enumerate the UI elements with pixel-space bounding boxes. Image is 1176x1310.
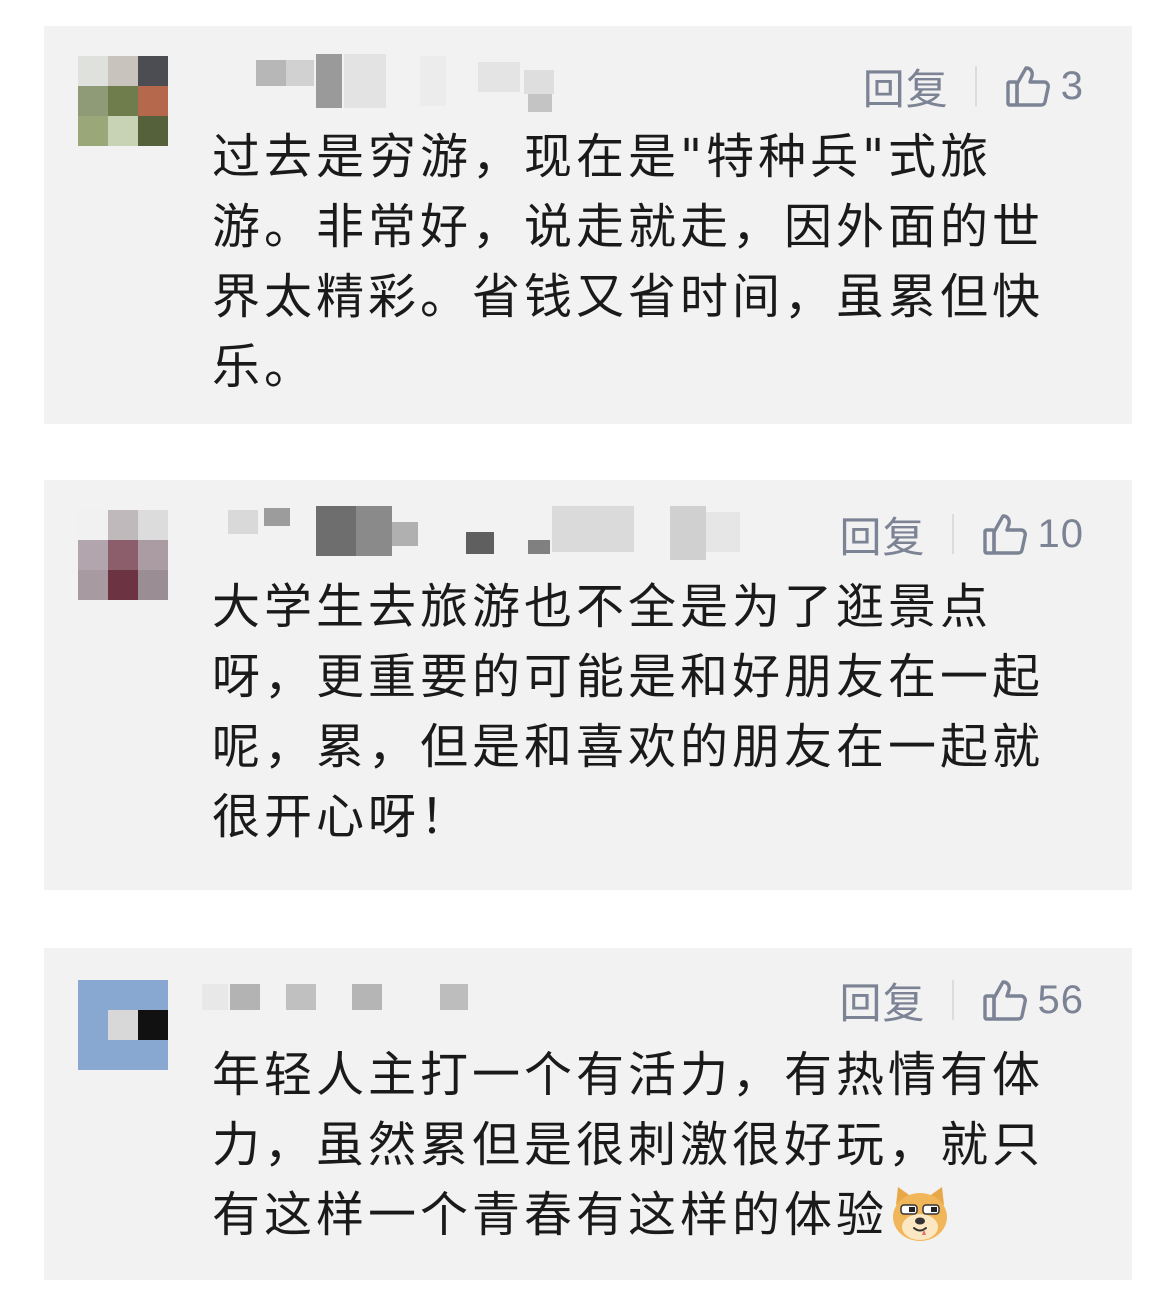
action-divider: [974, 66, 977, 106]
action-divider: [951, 980, 954, 1020]
comment-actions: 回复 3: [863, 56, 1084, 116]
like-button[interactable]: 3: [1005, 63, 1084, 109]
like-button[interactable]: 56: [982, 977, 1085, 1023]
avatar[interactable]: [78, 56, 168, 146]
like-button[interactable]: 10: [982, 511, 1085, 557]
reply-button[interactable]: 回复: [839, 970, 925, 1031]
like-count: 3: [1060, 63, 1084, 108]
username-blurred[interactable]: [194, 504, 754, 560]
thumbs-up-icon: [1006, 66, 1050, 107]
doge-emoji-icon: [893, 1187, 948, 1241]
thumbs-up-icon: [982, 980, 1027, 1021]
username-blurred[interactable]: [194, 52, 574, 112]
comment-card: 回复 3 过去是穷游，现在是"特种兵"式旅游。非常好，说走就走，因外面的世界太精…: [44, 26, 1132, 424]
reply-button[interactable]: 回复: [863, 56, 949, 117]
comment-card: 回复 10 大学生去旅游也不全是为了逛景点呀，更重要的可能是和好朋友在一起呢，累…: [44, 480, 1132, 890]
action-divider: [951, 514, 954, 554]
comment-card: 回复 56 年轻人主打一个有活力，有热情有体力，虽然累但是很刺激很好玩，就只有这…: [44, 948, 1132, 1280]
comment-text: 大学生去旅游也不全是为了逛景点呀，更重要的可能是和好朋友在一起呢，累，但是和喜欢…: [212, 579, 1045, 845]
reply-button[interactable]: 回复: [839, 504, 925, 565]
comment-actions: 回复 10: [839, 504, 1084, 564]
thumbs-up-icon: [982, 514, 1027, 555]
avatar[interactable]: [78, 510, 168, 600]
comment-text: 过去是穷游，现在是"特种兵"式旅游。非常好，说走就走，因外面的世界太精彩。省钱又…: [212, 129, 1045, 395]
avatar[interactable]: [78, 980, 168, 1070]
username-blurred[interactable]: [194, 980, 494, 1026]
comment-text-container: 年轻人主打一个有活力，有热情有体力，虽然累但是很刺激很好玩，就只有这样一个青春有…: [212, 1040, 1092, 1250]
comment-actions: 回复 56: [839, 970, 1084, 1030]
like-count: 10: [1037, 511, 1084, 556]
like-count: 56: [1037, 977, 1084, 1022]
